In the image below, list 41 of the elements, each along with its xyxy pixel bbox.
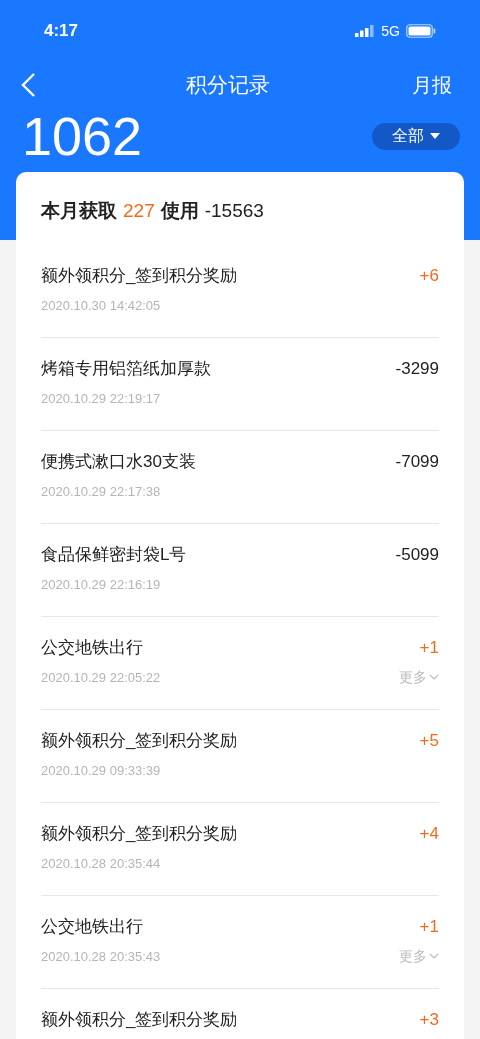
points-amount: +1 [419,637,439,659]
record-title: 公交地铁出行 [41,916,144,938]
network-label: 5G [381,21,400,41]
points-amount: -7099 [395,451,439,473]
points-amount: -5099 [395,544,439,566]
summary-value: 227 [123,199,155,224]
signal-icon [355,25,376,37]
record-date: 2020.10.29 09:33:39 [41,761,162,780]
summary-label: 使用 [160,199,199,224]
status-time: 4:17 [44,20,79,43]
chevron-down-icon [429,674,439,680]
record-title: 额外领积分_签到积分奖励 [41,730,238,752]
record-title: 烤箱专用铝箔纸加厚款 [41,358,211,380]
record-title: 额外领积分_签到积分奖励 [41,823,238,845]
battery-icon [406,24,436,38]
page-title: 积分记录 [186,72,270,99]
record-title: 额外领积分_签到积分奖励 [41,1009,238,1031]
record-date: 2020.10.28 20:35:44 [41,854,162,873]
record-date: 2020.10.29 22:19:17 [41,389,162,408]
record-date: 2020.10.29 22:05:22 [41,668,161,687]
points-balance: 1062 [22,106,143,166]
points-amount: +4 [419,823,439,845]
record-title: 公交地铁出行 [41,637,144,659]
chevron-down-icon [429,953,439,959]
points-amount: +5 [419,730,439,752]
summary-value: -15563 [204,199,264,224]
record-title: 食品保鲜密封袋L号 [41,544,187,566]
record-title: 额外领积分_签到积分奖励 [41,265,238,287]
record-date: 2020.10.29 22:17:38 [41,482,162,501]
points-amount: +6 [419,265,439,287]
points-amount: -3299 [395,358,439,380]
record-title: 便携式漱口水30支装 [41,451,196,473]
record-date: 2020.10.30 14:42:05 [41,296,162,315]
points-amount: +3 [419,1009,439,1031]
points-amount: +1 [419,916,439,938]
summary-label: 本月获取 [41,199,117,224]
record-date: 2020.10.29 22:16:19 [41,575,162,594]
record-date: 2020.10.28 20:35:43 [41,947,161,966]
monthly-report-link[interactable]: 月报 [412,70,460,100]
filter-dropdown[interactable]: 全部 [372,122,460,150]
caret-icon [430,133,440,139]
